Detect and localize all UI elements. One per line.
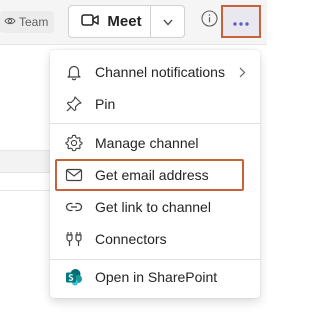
team-visibility-chip: Team: [0, 11, 55, 33]
sharepoint-icon: [64, 267, 84, 287]
more-dots-icon: [233, 13, 249, 31]
meet-label: Meet: [107, 13, 142, 30]
background-line: [0, 172, 50, 173]
chevron-down-icon: [163, 13, 173, 31]
menu-item-get-link-to-channel[interactable]: Get link to channel: [50, 192, 260, 222]
menu-item-channel-notifications[interactable]: Channel notifications: [50, 57, 260, 87]
link-icon: [64, 197, 84, 217]
menu-divider: [50, 259, 260, 260]
gear-icon: [64, 133, 84, 153]
pin-icon: [64, 94, 84, 114]
eye-icon: [4, 15, 16, 30]
channel-toolbar: Team Meet: [0, 0, 267, 44]
menu-item-get-email-address[interactable]: Get email address: [50, 160, 260, 190]
team-label: Team: [19, 15, 49, 29]
meet-button-group: Meet: [68, 5, 185, 38]
header-divider: [0, 44, 267, 45]
video-camera-icon: [81, 13, 100, 31]
menu-item-label: Pin: [95, 96, 116, 112]
channel-info-button[interactable]: [200, 10, 218, 32]
menu-item-connectors[interactable]: Connectors: [50, 224, 260, 254]
menu-item-label: Connectors: [95, 231, 167, 247]
bell-icon: [64, 62, 84, 82]
more-options-button[interactable]: [221, 5, 261, 38]
menu-item-pin[interactable]: Pin: [50, 89, 260, 119]
channel-options-menu: Channel notifications Pin Manage channel…: [50, 50, 260, 298]
mail-icon: [64, 165, 84, 185]
menu-item-manage-channel[interactable]: Manage channel: [50, 128, 260, 158]
menu-item-label: Get email address: [95, 167, 209, 183]
background-line: [0, 190, 50, 191]
meet-options-button[interactable]: [151, 6, 184, 37]
chevron-right-icon: [237, 66, 247, 78]
background-band: [0, 150, 50, 172]
background-line: [0, 150, 50, 151]
info-icon: [200, 10, 218, 32]
menu-item-label: Get link to channel: [95, 199, 211, 215]
menu-item-label: Open in SharePoint: [95, 269, 218, 285]
teams-channel-header: Team Meet Channel notifications Pin Mana…: [0, 0, 267, 325]
meet-button[interactable]: Meet: [69, 6, 150, 37]
menu-divider: [50, 123, 260, 124]
menu-item-label: Channel notifications: [95, 64, 225, 80]
menu-item-open-in-sharepoint[interactable]: Open in SharePoint: [50, 262, 260, 292]
menu-item-label: Manage channel: [95, 135, 199, 151]
plug-icon: [64, 229, 84, 249]
